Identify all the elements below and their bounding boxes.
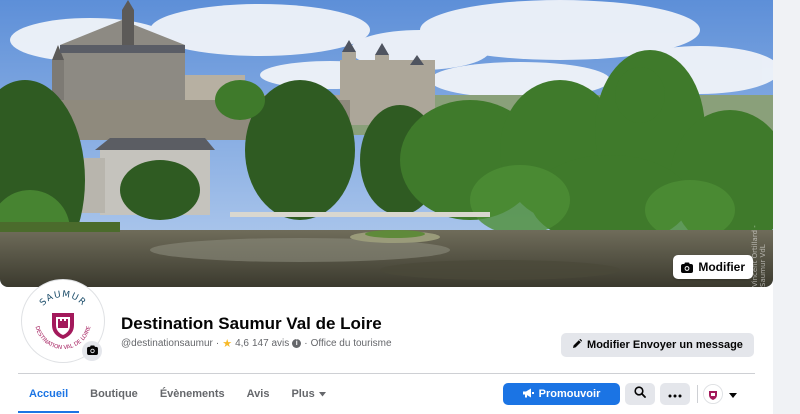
edit-send-message-button[interactable]: Modifier Envoyer un message: [561, 333, 754, 357]
camera-icon: [86, 342, 98, 360]
more-options-button[interactable]: [660, 383, 690, 405]
pencil-icon: [572, 338, 583, 352]
page-tabs: Accueil Boutique Évènements Avis Plus: [18, 374, 337, 414]
tab-label: Évènements: [159, 388, 225, 400]
tab-label: Accueil: [29, 388, 69, 400]
more-icon: [668, 385, 682, 403]
tab-avis[interactable]: Avis: [236, 374, 281, 414]
avatar: [703, 384, 723, 404]
vertical-separator: [697, 385, 698, 403]
edit-profile-picture-button[interactable]: [82, 341, 102, 361]
caret-down-icon: [729, 385, 737, 403]
tab-boutique[interactable]: Boutique: [79, 374, 149, 414]
tab-label: Plus: [291, 388, 315, 400]
page-handle[interactable]: @destinationsaumur: [121, 338, 213, 349]
caret-down-icon: [318, 388, 326, 400]
megaphone-icon: [522, 388, 534, 401]
mini-logo-icon: [704, 385, 722, 403]
scroll-gutter: [773, 0, 800, 414]
cover-photo[interactable]: Vincent Ortillard - Saumur VdL Modifier: [0, 0, 773, 287]
edit-cover-button[interactable]: Modifier: [673, 255, 753, 279]
edit-send-message-label: Modifier Envoyer un message: [587, 339, 743, 351]
page-title: Destination Saumur Val de Loire: [121, 314, 382, 333]
switch-profile-button[interactable]: [703, 381, 737, 407]
promote-label: Promouvoir: [538, 388, 601, 400]
photo-credit: Vincent Ortillard - Saumur VdL: [751, 225, 767, 287]
page-category: Office du tourisme: [310, 338, 392, 349]
tab-label: Avis: [246, 388, 270, 400]
rating-value: 4,6: [235, 338, 249, 349]
tab-accueil[interactable]: Accueil: [18, 374, 80, 414]
search-icon: [634, 385, 646, 403]
tab-plus[interactable]: Plus: [280, 374, 336, 414]
star-icon: ★: [222, 338, 233, 350]
promote-button[interactable]: Promouvoir: [503, 383, 620, 405]
search-button[interactable]: [625, 383, 655, 405]
edit-cover-label: Modifier: [698, 260, 745, 274]
tab-evenements[interactable]: Évènements: [149, 374, 236, 414]
review-count[interactable]: 147 avis: [252, 338, 289, 349]
info-icon[interactable]: i: [292, 339, 302, 348]
camera-icon: [681, 262, 694, 273]
meta-separator: ·: [304, 338, 308, 349]
page-meta: @destinationsaumur · ★ 4,6 147 avis i · …: [121, 337, 392, 350]
tab-label: Boutique: [90, 388, 138, 400]
meta-separator: ·: [215, 338, 220, 349]
cover-image: [0, 0, 773, 287]
